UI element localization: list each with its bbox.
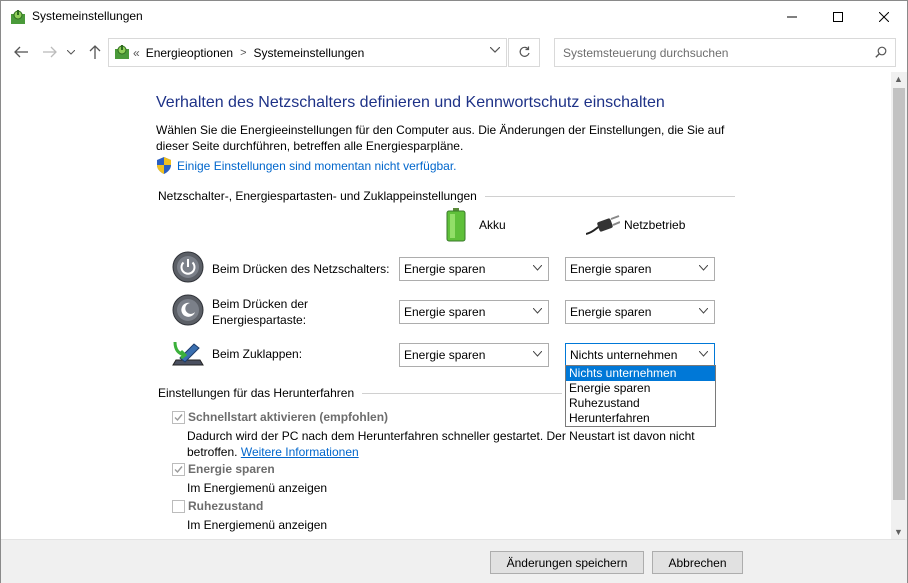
search-box[interactable]: Systemsteuerung durchsuchen — [554, 38, 896, 67]
chevron-down-icon[interactable] — [490, 47, 500, 53]
breadcrumb-separator: > — [240, 47, 247, 59]
minimize-icon — [787, 16, 797, 17]
section-divider — [362, 392, 563, 394]
select-value: Energie sparen — [570, 305, 652, 319]
select-value: Energie sparen — [404, 348, 486, 362]
window: Systemeinstellungen « Energieoptionen > … — [0, 0, 908, 583]
navigation-bar: « Energieoptionen > Systemeinstellungen … — [1, 32, 907, 72]
column-label-battery: Akku — [479, 218, 506, 232]
power-plug-icon — [586, 215, 620, 235]
section-buttons-header: Netzschalter-, Energiespartasten- und Zu… — [158, 189, 735, 203]
select-value: Energie sparen — [404, 262, 486, 276]
lid-close-power-select[interactable]: Nichts unternehmen — [565, 343, 715, 367]
window-title: Systemeinstellungen — [32, 9, 143, 23]
chevron-down-icon — [699, 351, 708, 357]
close-button[interactable] — [861, 1, 907, 32]
breadcrumb-systemeinstellungen[interactable]: Systemeinstellungen — [254, 46, 365, 60]
chevron-down-icon — [699, 308, 708, 314]
search-icon[interactable] — [875, 46, 887, 58]
chevron-down-icon — [699, 265, 708, 271]
fast-startup-checkbox[interactable] — [172, 411, 185, 424]
control-panel-icon — [115, 45, 129, 59]
title-bar: Systemeinstellungen — [1, 1, 907, 32]
hibernate-menu-description: Im Energiemenü anzeigen — [187, 518, 328, 532]
sleep-menu-description: Im Energiemenü anzeigen — [187, 481, 328, 495]
close-icon — [879, 11, 889, 22]
battery-icon — [446, 208, 466, 242]
row-label-sleep-button: Beim Drücken der Energiespartaste: — [212, 297, 309, 327]
refresh-icon — [519, 46, 530, 57]
fast-startup-label: Schnellstart aktivieren (empfohlen) — [188, 410, 389, 424]
more-info-link[interactable]: Weitere Informationen — [241, 445, 359, 459]
forward-button[interactable] — [40, 42, 60, 62]
row-label-lid-close: Beim Zuklappen: — [212, 347, 303, 361]
row-label-power-button: Beim Drücken des Netzschalters: — [212, 262, 390, 276]
chevron-down-icon — [533, 351, 542, 357]
save-changes-button[interactable]: Änderungen speichern — [490, 551, 644, 574]
breadcrumb-energieoptionen[interactable]: Energieoptionen — [146, 46, 233, 60]
recent-chevron-icon — [67, 49, 75, 55]
power-button-icon — [172, 251, 204, 283]
laptop-lid-icon — [172, 341, 204, 366]
page-description: Wählen Sie die Energieeinstellungen für … — [156, 123, 725, 153]
app-icon — [11, 10, 25, 24]
hibernate-menu-checkbox[interactable] — [172, 500, 185, 513]
unavailable-settings-row[interactable]: Einige Einstellungen sind momentan nicht… — [156, 157, 457, 174]
sleep-button-battery-select[interactable]: Energie sparen — [399, 300, 549, 324]
section-shutdown-label: Einstellungen für das Herunterfahren — [158, 386, 355, 400]
maximize-button[interactable] — [815, 1, 861, 32]
checkmark-icon — [174, 414, 183, 422]
refresh-button[interactable] — [508, 38, 540, 67]
unavailable-settings-link[interactable]: Einige Einstellungen sind momentan nicht… — [177, 159, 457, 173]
select-value: Energie sparen — [570, 262, 652, 276]
footer-bar: Änderungen speichern Abbrechen — [1, 539, 907, 583]
column-header-battery: Akku — [445, 208, 506, 242]
back-arrow-icon — [14, 46, 28, 58]
sleep-menu-checkbox[interactable] — [172, 463, 185, 476]
section-divider — [484, 195, 735, 197]
checkmark-icon — [174, 466, 183, 474]
dropdown-option-ruhezustand[interactable]: Ruhezustand — [566, 396, 715, 411]
section-shutdown-header: Einstellungen für das Herunterfahren — [158, 386, 563, 400]
chevron-down-icon — [533, 265, 542, 271]
power-button-battery-select[interactable]: Energie sparen — [399, 257, 549, 281]
fast-startup-description: Dadurch wird der PC nach dem Herunterfah… — [187, 428, 707, 460]
back-button[interactable] — [11, 42, 31, 62]
vertical-scrollbar[interactable]: ▲ ▼ — [891, 72, 907, 539]
page-title: Verhalten des Netzschalters definieren u… — [156, 94, 665, 111]
maximize-icon — [833, 11, 843, 22]
scroll-down-icon[interactable]: ▼ — [894, 527, 903, 537]
content-area: Verhalten des Netzschalters definieren u… — [1, 72, 891, 539]
scroll-up-icon[interactable]: ▲ — [894, 74, 903, 84]
select-value: Nichts unternehmen — [570, 348, 678, 362]
scrollbar-thumb[interactable] — [893, 88, 905, 500]
dropdown-option-energie-sparen[interactable]: Energie sparen — [566, 381, 715, 396]
breadcrumb: « Energieoptionen > Systemeinstellungen — [133, 46, 364, 60]
up-button[interactable] — [85, 42, 105, 62]
forward-arrow-icon — [43, 46, 57, 58]
dropdown-option-herunterfahren[interactable]: Herunterfahren — [566, 411, 715, 426]
address-bar[interactable]: « Energieoptionen > Systemeinstellungen — [108, 38, 507, 67]
chevron-down-icon — [533, 308, 542, 314]
hibernate-menu-label: Ruhezustand — [188, 499, 264, 513]
sleep-button-icon — [172, 294, 204, 326]
section-buttons-label: Netzschalter-, Energiespartasten- und Zu… — [158, 189, 477, 203]
search-input[interactable]: Systemsteuerung durchsuchen — [563, 46, 728, 60]
up-arrow-icon — [89, 45, 101, 59]
recent-locations-button[interactable] — [64, 42, 78, 62]
lid-close-power-dropdown-list: Nichts unternehmen Energie sparen Ruhezu… — [565, 365, 716, 427]
sleep-button-power-select[interactable]: Energie sparen — [565, 300, 715, 324]
sleep-menu-label: Energie sparen — [188, 462, 275, 476]
column-header-power: Netzbetrieb — [586, 214, 685, 236]
lid-close-battery-select[interactable]: Energie sparen — [399, 343, 549, 367]
dropdown-option-nichts-unternehmen[interactable]: Nichts unternehmen — [566, 366, 715, 381]
breadcrumb-overflow[interactable]: « — [133, 46, 140, 60]
power-button-power-select[interactable]: Energie sparen — [565, 257, 715, 281]
column-label-power: Netzbetrieb — [624, 218, 686, 232]
select-value: Energie sparen — [404, 305, 486, 319]
shield-icon — [157, 157, 171, 174]
cancel-button[interactable]: Abbrechen — [652, 551, 743, 574]
minimize-button[interactable] — [769, 1, 815, 32]
